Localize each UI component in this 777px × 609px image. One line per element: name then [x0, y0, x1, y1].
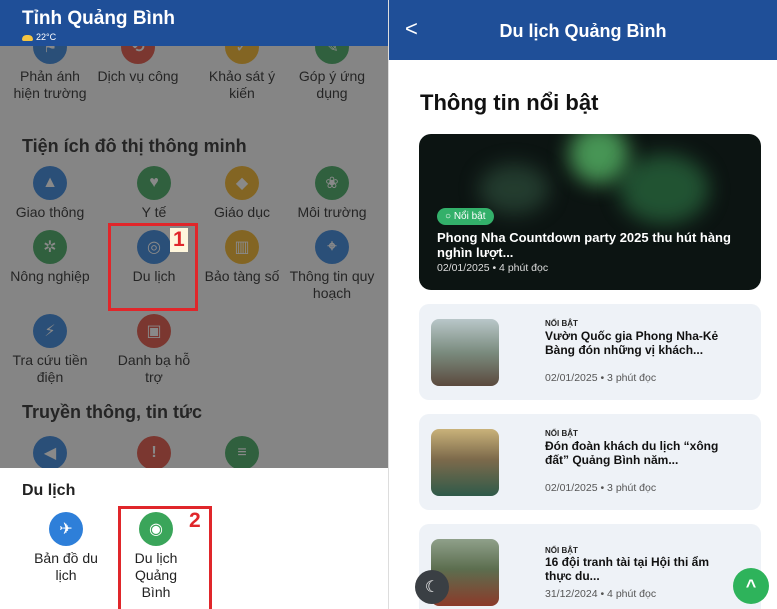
featured-heading: Thông tin nổi bật	[420, 90, 599, 115]
public-service-label: Dịch vụ công	[97, 68, 179, 84]
traffic-label: Giao thông	[15, 204, 85, 220]
stage-light	[479, 164, 549, 214]
feedback-label: Góp ý ứng dụng	[298, 68, 366, 101]
lightbulb-icon: ⚡	[33, 314, 67, 348]
news-tag: NỔI BẬT	[545, 319, 578, 328]
directory-item[interactable]: ▣ Danh bạ hỗ trợ	[110, 314, 198, 386]
smart-section-title: Tiện ích đô thị thông minh	[22, 136, 247, 156]
agriculture-label: Nông nghiệp	[10, 268, 90, 284]
stage-light	[569, 134, 629, 184]
left-header: Tỉnh Quảng Bình 22°C	[0, 0, 388, 46]
hero-meta: 02/01/2025 • 4 phút đọc	[437, 262, 549, 274]
news-card[interactable]: NỔI BẬT Vườn Quốc gia Phong Nha-Kẻ Bàng …	[419, 304, 761, 400]
cloud-icon	[22, 34, 33, 41]
map-pin-icon: ⌖	[315, 230, 349, 264]
news-meta: 02/01/2025 • 3 phút đọc	[545, 482, 657, 494]
newspaper-item[interactable]: ≡	[198, 436, 286, 470]
environment-item[interactable]: ❀ Môi trường	[288, 166, 376, 221]
airplane-icon: ✈	[49, 512, 83, 546]
planning-item[interactable]: ⌖ Thông tin quy hoạch	[288, 230, 376, 302]
news-thumbnail	[431, 429, 499, 496]
tourism-sheet-title: Du lịch	[22, 482, 76, 499]
traffic-icon: ▲	[33, 166, 67, 200]
right-header: < Du lịch Quảng Bình	[389, 0, 777, 60]
health-item[interactable]: ♥ Y tế	[110, 166, 198, 221]
report-label: Phản ánh hiện trường	[13, 68, 87, 101]
step-marker-1: 1	[170, 228, 188, 252]
education-label: Giáo dục	[213, 204, 271, 220]
agriculture-icon: ✲	[33, 230, 67, 264]
survey-label: Khảo sát ý kiến	[208, 68, 276, 101]
health-label: Y tế	[141, 204, 167, 220]
weather-temp: 22°C	[36, 32, 57, 42]
megaphone-icon: ◀	[33, 436, 67, 470]
province-title: Tỉnh Quảng Bình	[22, 8, 176, 29]
news-card[interactable]: NỔI BẬT Đón đoàn khách du lịch “xông đất…	[419, 414, 761, 510]
tourism-map-label: Bản đồ du lịch	[34, 550, 98, 583]
alert-icon: !	[137, 436, 171, 470]
education-icon: ◆	[225, 166, 259, 200]
news-card[interactable]: NỔI BẬT 16 đội tranh tài tại Hội thi ẩm …	[419, 524, 761, 609]
news-section-title: Truyền thông, tin tức	[22, 402, 203, 422]
news-title: Vườn Quốc gia Phong Nha-Kẻ Bàng đón nhữn…	[545, 329, 719, 357]
news-title: Đón đoàn khách du lịch “xông đất” Quảng …	[545, 439, 719, 467]
environment-icon: ❀	[315, 166, 349, 200]
car-icon: ▣	[137, 314, 171, 348]
planning-label: Thông tin quy hoạch	[289, 268, 375, 301]
tourism-map-item[interactable]: ✈ Bản đồ du lịch	[22, 512, 110, 584]
newspaper-icon: ≡	[225, 436, 259, 470]
hero-article[interactable]: ○ Nổi bật Phong Nha Countdown party 2025…	[419, 134, 761, 290]
directory-label: Danh bạ hỗ trợ	[117, 352, 191, 385]
page-title: Du lịch Quảng Bình	[499, 21, 667, 41]
megaphone-item[interactable]: ◀	[6, 436, 94, 470]
education-item[interactable]: ◆ Giáo dục	[198, 166, 286, 221]
hero-title: Phong Nha Countdown party 2025 thu hút h…	[437, 230, 731, 260]
news-meta: 02/01/2025 • 3 phút đọc	[545, 372, 657, 384]
traffic-item[interactable]: ▲ Giao thông	[6, 166, 94, 221]
electricity-label: Tra cứu tiền điện	[12, 352, 88, 385]
left-screen: ⚑ Phản ánh hiện trường ⟲ Dịch vụ công ✓ …	[0, 0, 388, 609]
news-title: 16 đội tranh tài tại Hội thi ẩm thực du.…	[545, 555, 710, 583]
alert-item[interactable]: !	[110, 436, 198, 470]
featured-badge: ○ Nổi bật	[437, 208, 494, 225]
museum-icon: ▥	[225, 230, 259, 264]
health-icon: ♥	[137, 166, 171, 200]
news-thumbnail	[431, 319, 499, 386]
museum-label: Bảo tàng số	[204, 268, 280, 284]
environment-label: Môi trường	[297, 204, 367, 220]
news-tag: NỔI BẬT	[545, 429, 578, 438]
stage-light	[619, 154, 709, 224]
step-marker-2: 2	[189, 509, 201, 532]
news-tag: NỔI BẬT	[545, 546, 578, 555]
weather-info: 22°C	[22, 32, 56, 42]
electricity-item[interactable]: ⚡ Tra cứu tiền điện	[6, 314, 94, 386]
article-list: Thông tin nổi bật ○ Nổi bật Phong Nha Co…	[389, 60, 777, 609]
news-meta: 31/12/2024 • 4 phút đọc	[545, 588, 657, 600]
agriculture-item[interactable]: ✲ Nông nghiệp	[6, 230, 94, 285]
right-screen: < Du lịch Quảng Bình Thông tin nổi bật ○…	[389, 0, 777, 609]
scroll-top-button[interactable]: ^	[733, 568, 769, 604]
museum-item[interactable]: ▥ Bảo tàng số	[198, 230, 286, 285]
dark-mode-button[interactable]: ☾	[415, 570, 449, 604]
